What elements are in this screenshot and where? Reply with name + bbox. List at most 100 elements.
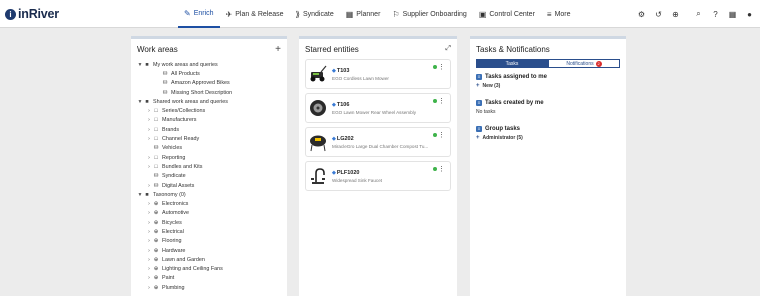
tree-item-label: Paint <box>162 275 175 282</box>
entity-id: ◆PLF1020 <box>332 170 434 176</box>
category-icon: ⊕ <box>153 228 159 235</box>
tree-item-digital-assets[interactable]: › ⛁ Digital Assets <box>137 181 281 190</box>
nav-supplier-onboarding[interactable]: ⚐ Supplier Onboarding <box>386 0 472 28</box>
tree-item-shared-work-areas-and-queries[interactable]: ▼ ■ Shared work areas and queries <box>137 97 281 106</box>
tree-item-bundles-and-kits[interactable]: › □ Bundles and Kits <box>137 162 281 171</box>
expand-plus-icon: + <box>476 135 480 141</box>
tag-icon: ◆ <box>332 101 336 108</box>
tab-notifications[interactable]: Notifications 2 <box>548 59 620 68</box>
tree-item-amazon-approved-bikes[interactable]: ⛁ Amazon Approved Bikes <box>137 79 281 88</box>
tree-item-missing-short-description[interactable]: ⛁ Missing Short Description <box>137 88 281 97</box>
tree-item-hardware[interactable]: › ⊕ Hardware <box>137 246 281 255</box>
tree-item-automotive[interactable]: › ⊕ Automotive <box>137 209 281 218</box>
tree-item-lighting-and-ceiling-fans[interactable]: › ⊕ Lighting and Ceiling Fans <box>137 265 281 274</box>
entity-info: ◆T106 EGO Lawn Mower Rear Wheel Assembly <box>332 102 434 115</box>
tree-item-manufacturers[interactable]: › □ Manufacturers <box>137 116 281 125</box>
tree-item-label: All Products <box>171 70 200 77</box>
assigned-new-link[interactable]: + New (3) <box>476 83 620 89</box>
query-icon: ⛁ <box>153 145 159 152</box>
tab-notifications-label: Notifications <box>566 61 594 67</box>
logo-mark-icon: i <box>5 8 16 20</box>
tasks-tabs: Tasks Notifications 2 <box>476 59 620 68</box>
nav-plan-release[interactable]: ✈ Plan & Release <box>220 0 290 28</box>
nav-label: Planner <box>356 10 381 18</box>
folder-outline-icon: □ <box>154 163 158 170</box>
tree-item-plumbing[interactable]: › ⊕ Plumbing <box>137 283 281 292</box>
category-icon: ⊕ <box>153 201 159 208</box>
tree-item-series-collections[interactable]: › □ Series/Collections <box>137 106 281 115</box>
settings-tool-icon[interactable]: ⚙ <box>637 10 646 19</box>
app-grid-icon[interactable]: ▦ <box>728 10 737 19</box>
query-icon: ⛁ <box>162 89 168 96</box>
more-options-icon[interactable]: ⋮ <box>438 97 445 105</box>
entity-info: ◆PLF1020 Widespread Sink Faucet <box>332 170 434 183</box>
nav-enrich[interactable]: ✎ Enrich <box>178 0 220 28</box>
starred-entity-card[interactable]: ◆LG202 MiracleGro Large Dual Chamber Comp… <box>305 127 451 157</box>
tree-item-label: Channel Ready <box>162 136 200 143</box>
work-areas-title: Work areas <box>137 44 178 54</box>
tab-tasks[interactable]: Tasks <box>476 59 548 68</box>
search-icon[interactable]: ⌕ <box>694 9 703 19</box>
tree-item-label: Syndicate <box>162 173 186 180</box>
starred-entity-card[interactable]: ◆T106 EGO Lawn Mower Rear Wheel Assembly ⋮ <box>305 93 451 123</box>
category-icon: ⊕ <box>153 210 159 217</box>
entity-thumbnail <box>308 63 328 85</box>
tree-item-electrical[interactable]: › ⊕ Electrical <box>137 227 281 236</box>
expand-icon[interactable]: ⤢ <box>445 45 451 53</box>
nav-control-center[interactable]: ▣ Control Center <box>473 0 541 28</box>
entity-id-text: T103 <box>336 67 350 74</box>
group-admin-link[interactable]: + Administrator (5) <box>476 135 620 141</box>
entity-thumbnail <box>308 165 328 187</box>
tree-item-label: Manufacturers <box>162 117 197 124</box>
starred-entity-card[interactable]: ◆T103 EGO Cordless Lawn Mower ⋮ <box>305 59 451 89</box>
tree-item-label: Series/Collections <box>162 108 206 115</box>
query-icon: ⛁ <box>162 70 168 77</box>
help-icon[interactable]: ? <box>711 10 720 19</box>
logo-text: inRiver <box>18 7 59 21</box>
nav-label: Supplier Onboarding <box>402 10 467 18</box>
folder-icon: ■ <box>145 61 149 68</box>
status-dot-icon <box>433 99 437 103</box>
app-logo[interactable]: i inRiver <box>5 6 59 22</box>
starred-entity-card[interactable]: ◆PLF1020 Widespread Sink Faucet ⋮ <box>305 161 451 191</box>
nav-more[interactable]: ≡ More <box>541 0 577 28</box>
tree-item-taxonomy-0[interactable]: ▼ ■ Taxonomy (0) <box>137 190 281 199</box>
entity-id: ◆T106 <box>332 102 434 108</box>
category-icon: ⊕ <box>153 266 159 273</box>
more-options-icon[interactable]: ⋮ <box>438 131 445 139</box>
notification-count-badge: 2 <box>595 61 602 67</box>
tasks-header: Tasks & Notifications <box>470 39 626 59</box>
tree-item-paint[interactable]: › ⊕ Paint <box>137 274 281 283</box>
category-icon: ⊕ <box>153 284 159 291</box>
nav-label: Plan & Release <box>235 10 284 18</box>
query-icon: ⛁ <box>162 80 168 87</box>
folder-outline-icon: □ <box>154 154 158 161</box>
more-options-icon[interactable]: ⋮ <box>438 165 445 173</box>
tree-item-bicycles[interactable]: › ⊕ Bicycles <box>137 218 281 227</box>
tree-item-electronics[interactable]: › ⊕ Electronics <box>137 199 281 208</box>
tree-item-label: Shared work areas and queries <box>153 98 228 105</box>
tree-item-lawn-and-garden[interactable]: › ⊕ Lawn and Garden <box>137 255 281 264</box>
status-dot-icon <box>433 133 437 137</box>
query-icon: ⛁ <box>153 173 159 180</box>
user-icon[interactable]: ● <box>745 10 754 19</box>
nav-label: More <box>554 10 571 18</box>
tree-item-syndicate[interactable]: ⛁ Syndicate <box>137 172 281 181</box>
zoom-search-icon[interactable]: ⊕ <box>671 10 680 19</box>
more-options-icon[interactable]: ⋮ <box>438 63 445 71</box>
nav-planner[interactable]: ▦ Planner <box>340 0 387 28</box>
created-section-header: ≡ Tasks created by me <box>476 100 620 106</box>
tree-item-all-products[interactable]: ⛁ All Products <box>137 69 281 78</box>
entity-description: Widespread Sink Faucet <box>332 177 383 183</box>
tree-item-flooring[interactable]: › ⊕ Flooring <box>137 237 281 246</box>
tree-item-vehicles[interactable]: ⛁ Vehicles <box>137 144 281 153</box>
nav-syndicate[interactable]: ⟫ Syndicate <box>290 0 340 28</box>
group-section-header: ≡ Group tasks <box>476 126 620 132</box>
add-work-area-button[interactable]: + <box>275 44 281 55</box>
entity-info: ◆LG202 MiracleGro Large Dual Chamber Comp… <box>332 136 434 149</box>
tree-item-reporting[interactable]: › □ Reporting <box>137 153 281 162</box>
tree-item-channel-ready[interactable]: › □ Channel Ready <box>137 134 281 143</box>
history-icon[interactable]: ↺ <box>654 10 663 19</box>
tree-item-my-work-areas-and-queries[interactable]: ▼ ■ My work areas and queries <box>137 60 281 69</box>
tree-item-brands[interactable]: › □ Brands <box>137 125 281 134</box>
